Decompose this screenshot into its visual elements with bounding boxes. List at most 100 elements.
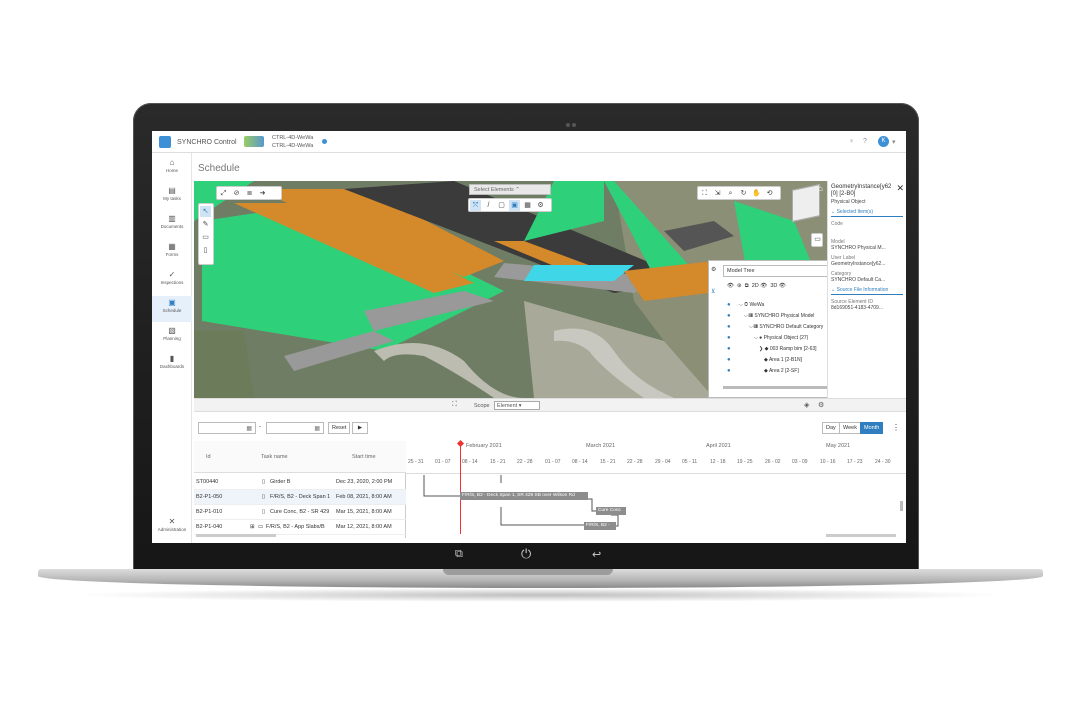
visibility-icon[interactable]: 👁	[727, 283, 734, 289]
tree-pin-icon[interactable]: ⊻	[711, 288, 715, 295]
start-date-input[interactable]: ▦	[198, 422, 256, 434]
col-id[interactable]: Id	[206, 441, 211, 473]
table-row[interactable]: ST00440 ▯ Girder B Dec 23, 2020, 2:00 PM	[194, 475, 406, 490]
calendar-icon: ▦	[314, 426, 320, 432]
fit-icon[interactable]: ⤢	[218, 188, 229, 199]
tree-row[interactable]: ● ❯ ◆ 003 Ramp bim [2-63]	[727, 346, 817, 352]
measure-icon[interactable]: ✎	[200, 219, 211, 230]
toggle-3d[interactable]: 3D	[770, 283, 777, 289]
eye-icon[interactable]: ●	[727, 324, 731, 330]
eye-icon[interactable]: ●	[727, 335, 731, 341]
isolate-icon[interactable]: ▣	[509, 200, 520, 211]
project-settings-icon[interactable]	[322, 139, 327, 144]
box-select-icon[interactable]: ▢	[496, 200, 507, 211]
month-button[interactable]: Month	[860, 422, 884, 434]
orbit-icon[interactable]: ⟲	[764, 188, 775, 199]
select-arrow-icon[interactable]: ↖	[200, 206, 211, 217]
close-icon[interactable]: ✕	[896, 183, 904, 194]
eye-icon[interactable]: ●	[727, 302, 731, 308]
category-value: SYNCHRO Default Ca...	[831, 277, 886, 283]
gantt-bar[interactable]: Cure Conc	[596, 507, 626, 515]
play-button[interactable]: ▶	[352, 422, 368, 434]
project-subname[interactable]: CTRL-4D-WeWa	[272, 143, 313, 149]
walk-icon[interactable]: ⇲	[712, 188, 723, 199]
sidebar-item-planning[interactable]: ▧ Planning	[152, 326, 192, 341]
timeline-scrollbar[interactable]	[826, 534, 896, 537]
fit-view-icon[interactable]: ⛶	[452, 401, 457, 409]
select-elements-dropdown[interactable]: Select Elements ⌃	[469, 184, 551, 195]
table-row[interactable]: B2-P1-010 ▯ Cure Conc, B2 - SR 429 Mar 15, …	[194, 505, 406, 520]
gantt-bar[interactable]: F/R/S, B2 - Deck Span 1, SR 429 SB over …	[460, 492, 588, 500]
eye-2d-icon[interactable]: 👁	[760, 283, 767, 289]
tree-row[interactable]: ● ⌵ ● Physical Object (27)	[727, 335, 808, 341]
sidebar-item-documents[interactable]: ▥ Documents	[152, 214, 192, 229]
tree-hscrollbar[interactable]	[723, 386, 827, 389]
reset-button[interactable]: Reset	[328, 422, 351, 434]
navigation-toolbar: ⛶ ⇲ ⌕ ↻ ✋ ⟲	[697, 186, 781, 200]
sidebar-item-home[interactable]: ⌂ Home	[152, 158, 192, 173]
eye-icon[interactable]: ●	[727, 313, 731, 319]
table-row[interactable]: B2-P1-040 ⊞ ▭ F/R/S, B2 - App Slabs/B Mar 12…	[194, 520, 406, 535]
grid-icon[interactable]: ▦	[522, 200, 533, 211]
sidebar-item-dashboards[interactable]: ▮ Dashboards	[152, 354, 192, 369]
timeline-vscrollbar[interactable]	[900, 501, 903, 511]
filter-icon[interactable]: ≣	[244, 188, 255, 199]
link-icon[interactable]: ⊘	[231, 188, 242, 199]
tree-row[interactable]: ● ⌵ ▥ SYNCHRO Default Category	[727, 324, 823, 330]
sidebar-item-administration[interactable]: ✕ Administration	[152, 517, 192, 532]
tree-row[interactable]: ● ⌵ ▥ SYNCHRO Physical Model	[727, 313, 814, 319]
tree-row[interactable]: ● ◆ Area 1 [2-B1N]	[727, 357, 802, 363]
sidebar-item-my-tasks[interactable]: ▤ My tasks	[152, 186, 192, 201]
model-tree-dropdown[interactable]: Model Tree▾	[723, 265, 827, 277]
isolate-tree-icon[interactable]: ⊛	[737, 283, 742, 289]
camera-view-icon[interactable]: ▭	[811, 233, 823, 247]
more-icon[interactable]: ⋮	[892, 423, 900, 432]
scope-select[interactable]: Element ▾	[494, 401, 540, 410]
help-icon[interactable]: ?	[863, 138, 867, 145]
tree-row[interactable]: ● ⌵ ◎ WeWa	[727, 302, 764, 308]
notification-icon[interactable]: ♀	[849, 138, 854, 145]
section-source-file[interactable]: ⌄ Source File Information	[831, 287, 903, 295]
tree-row[interactable]: ● ◆ Area 2 [2-SF]	[727, 368, 799, 374]
sidebar-item-schedule[interactable]: ▣ Schedule	[152, 296, 192, 322]
eye-icon[interactable]: ●	[727, 368, 731, 374]
section-selected-items[interactable]: ⌄ Selected Item(s)	[831, 209, 903, 217]
rotate-icon[interactable]: ↻	[738, 188, 749, 199]
collapse-icon[interactable]: ⌂	[818, 184, 827, 198]
col-task-name[interactable]: Task name	[261, 441, 288, 473]
week-button[interactable]: Week	[839, 422, 861, 434]
end-date-input[interactable]: ▦	[266, 422, 324, 434]
project-name[interactable]: CTRL-4D-WeWa	[272, 135, 313, 141]
eye-3d-icon[interactable]: 👁	[779, 283, 786, 289]
layers-icon[interactable]: ⧉	[745, 283, 749, 289]
eye-icon[interactable]: ●	[727, 346, 731, 352]
export-icon[interactable]: ➜	[257, 188, 268, 199]
day-button[interactable]: Day	[822, 422, 840, 434]
table-scrollbar[interactable]	[196, 534, 276, 537]
pan-hand-icon[interactable]: ✋	[751, 188, 762, 199]
select-icon[interactable]: ⤧	[470, 200, 481, 211]
section-icon[interactable]: ▭	[200, 232, 211, 243]
sidebar-item-inspections[interactable]: ✓ Inspections	[152, 270, 192, 285]
col-start-time[interactable]: Start time	[352, 441, 376, 473]
view-cube[interactable]	[792, 184, 820, 222]
properties-header: GeometryInstance[y62 [0] [2-B0]	[831, 184, 892, 197]
delete-icon[interactable]: ▯	[200, 245, 211, 256]
table-row[interactable]: B2-P1-050 ▯ F/R/S, B2 - Deck Span 1 Feb 08,…	[194, 490, 406, 505]
layers-icon[interactable]: ◈	[804, 401, 809, 409]
3d-viewer[interactable]: ⤢ ⊘ ≣ ➜ ↖ ✎ ▭ ▯ Select Elements ⌃ ⤧ / ▢ ▣ ▦ ⚙ ⛶ ⇲ ⌕ ↻ ✋…	[194, 181, 827, 398]
chevron-down-icon[interactable]: ▾	[892, 138, 896, 146]
tree-settings-icon[interactable]: ⚙	[711, 266, 716, 273]
zoom-icon[interactable]: ⌕	[725, 188, 736, 199]
avatar[interactable]: K	[878, 136, 889, 147]
settings-icon[interactable]: ⚙	[535, 200, 546, 211]
settings-icon[interactable]: ⚙	[818, 401, 824, 409]
toggle-2d[interactable]: 2D	[752, 283, 759, 289]
top-bar: SYNCHRO Control CTRL-4D-WeWa CTRL-4D-WeW…	[152, 131, 906, 153]
expand-icon[interactable]: ⊞	[250, 520, 255, 535]
gantt-bar[interactable]: F/R/S, B2 -	[584, 522, 616, 530]
eye-icon[interactable]: ●	[727, 357, 731, 363]
pencil-icon[interactable]: /	[483, 200, 494, 211]
sidebar-item-forms[interactable]: ▦ Forms	[152, 242, 192, 257]
frame-icon[interactable]: ⛶	[699, 188, 710, 199]
